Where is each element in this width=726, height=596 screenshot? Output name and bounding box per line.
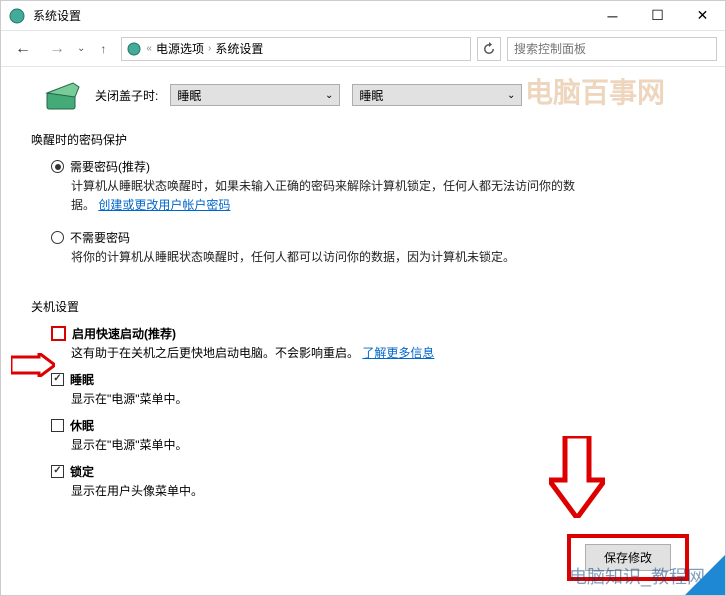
- chevron-down-icon: ⌄: [325, 90, 333, 101]
- shutdown-section-title: 关机设置: [31, 298, 695, 315]
- breadcrumb-level1[interactable]: 电源选项: [156, 40, 204, 57]
- radio-input[interactable]: [51, 231, 64, 244]
- radio-need-desc: 计算机从睡眠状态唤醒时，如果未输入正确的密码来解除计算机锁定，任何人都无法访问你…: [71, 177, 695, 215]
- fast-startup-checkbox[interactable]: [51, 326, 66, 341]
- history-dropdown[interactable]: ⌄: [77, 43, 85, 54]
- app-icon: [9, 8, 25, 24]
- lid-plugged-select[interactable]: 睡眠 ⌄: [352, 84, 522, 106]
- refresh-icon: [482, 42, 496, 56]
- titlebar: 系统设置 ─ ☐ ✕: [1, 1, 725, 31]
- toolbar: ← → ⌄ ↑ « 电源选项 › 系统设置: [1, 31, 725, 67]
- close-button[interactable]: ✕: [680, 1, 725, 31]
- fast-startup-desc: 这有助于在关机之后更快地启动电脑。不会影响重启。 了解更多信息: [71, 344, 695, 361]
- sleep-item: 睡眠 显示在"电源"菜单中。: [51, 371, 695, 407]
- password-radio-group: 需要密码(推荐) 计算机从睡眠状态唤醒时，如果未输入正确的密码来解除计算机锁定，…: [51, 158, 695, 268]
- radio-noneed-desc: 将你的计算机从睡眠状态唤醒时，任何人都可以访问你的数据，因为计算机未锁定。: [71, 248, 695, 267]
- annotation-arrow-down: [549, 436, 605, 518]
- window-controls: ─ ☐ ✕: [590, 1, 725, 31]
- radio-need-label: 需要密码(推荐): [70, 158, 150, 175]
- chevron-icon: ›: [208, 43, 211, 54]
- button-bar-highlight: 保存修改: [567, 534, 689, 581]
- lid-plugged-value: 睡眠: [359, 87, 383, 104]
- lid-close-row: 关闭盖子时: 睡眠 ⌄ 睡眠 ⌄: [31, 79, 695, 111]
- check-row[interactable]: 启用快速启动(推荐): [51, 325, 695, 342]
- back-button[interactable]: ←: [9, 35, 37, 63]
- radio-row[interactable]: 需要密码(推荐): [51, 158, 695, 175]
- password-section-title: 唤醒时的密码保护: [31, 131, 695, 148]
- lock-label: 锁定: [70, 463, 94, 480]
- power-icon: [126, 41, 142, 57]
- search-box[interactable]: [507, 37, 717, 61]
- window-title: 系统设置: [33, 7, 590, 24]
- fast-startup-label: 启用快速启动(推荐): [72, 325, 176, 342]
- radio-input[interactable]: [51, 160, 64, 173]
- annotation-arrow-left: [11, 353, 55, 377]
- sleep-desc: 显示在"电源"菜单中。: [71, 390, 695, 407]
- learn-more-link[interactable]: 了解更多信息: [362, 346, 434, 360]
- search-input[interactable]: [514, 42, 710, 56]
- refresh-button[interactable]: [477, 37, 501, 61]
- chevron-down-icon: ⌄: [507, 90, 515, 101]
- radio-no-password: 不需要密码 将你的计算机从睡眠状态唤醒时，任何人都可以访问你的数据，因为计算机未…: [51, 229, 695, 267]
- corner-fold: [685, 555, 725, 595]
- lid-label: 关闭盖子时:: [95, 87, 158, 104]
- save-button[interactable]: 保存修改: [585, 544, 671, 571]
- radio-noneed-label: 不需要密码: [70, 229, 130, 246]
- maximize-button[interactable]: ☐: [635, 1, 680, 31]
- breadcrumb-level2[interactable]: 系统设置: [215, 40, 263, 57]
- radio-need-password: 需要密码(推荐) 计算机从睡眠状态唤醒时，如果未输入正确的密码来解除计算机锁定，…: [51, 158, 695, 215]
- content-area: 关闭盖子时: 睡眠 ⌄ 睡眠 ⌄ 唤醒时的密码保护 需要密码(推荐) 计算机从睡…: [1, 67, 725, 499]
- lock-checkbox[interactable]: [51, 465, 64, 478]
- forward-button[interactable]: →: [43, 35, 71, 63]
- minimize-button[interactable]: ─: [590, 1, 635, 31]
- breadcrumb[interactable]: « 电源选项 › 系统设置: [121, 37, 471, 61]
- lid-battery-select[interactable]: 睡眠 ⌄: [170, 84, 340, 106]
- check-row[interactable]: 睡眠: [51, 371, 695, 388]
- hibernate-label: 休眠: [70, 417, 94, 434]
- fast-startup-item: 启用快速启动(推荐) 这有助于在关机之后更快地启动电脑。不会影响重启。 了解更多…: [51, 325, 695, 361]
- create-password-link[interactable]: 创建或更改用户帐户密码: [98, 198, 230, 212]
- sleep-label: 睡眠: [70, 371, 94, 388]
- lid-battery-value: 睡眠: [177, 87, 201, 104]
- lid-icon: [43, 79, 83, 111]
- hibernate-checkbox[interactable]: [51, 419, 64, 432]
- up-button[interactable]: ↑: [91, 37, 115, 61]
- chevron-icon: «: [146, 43, 152, 54]
- check-row[interactable]: 休眠: [51, 417, 695, 434]
- radio-row[interactable]: 不需要密码: [51, 229, 695, 246]
